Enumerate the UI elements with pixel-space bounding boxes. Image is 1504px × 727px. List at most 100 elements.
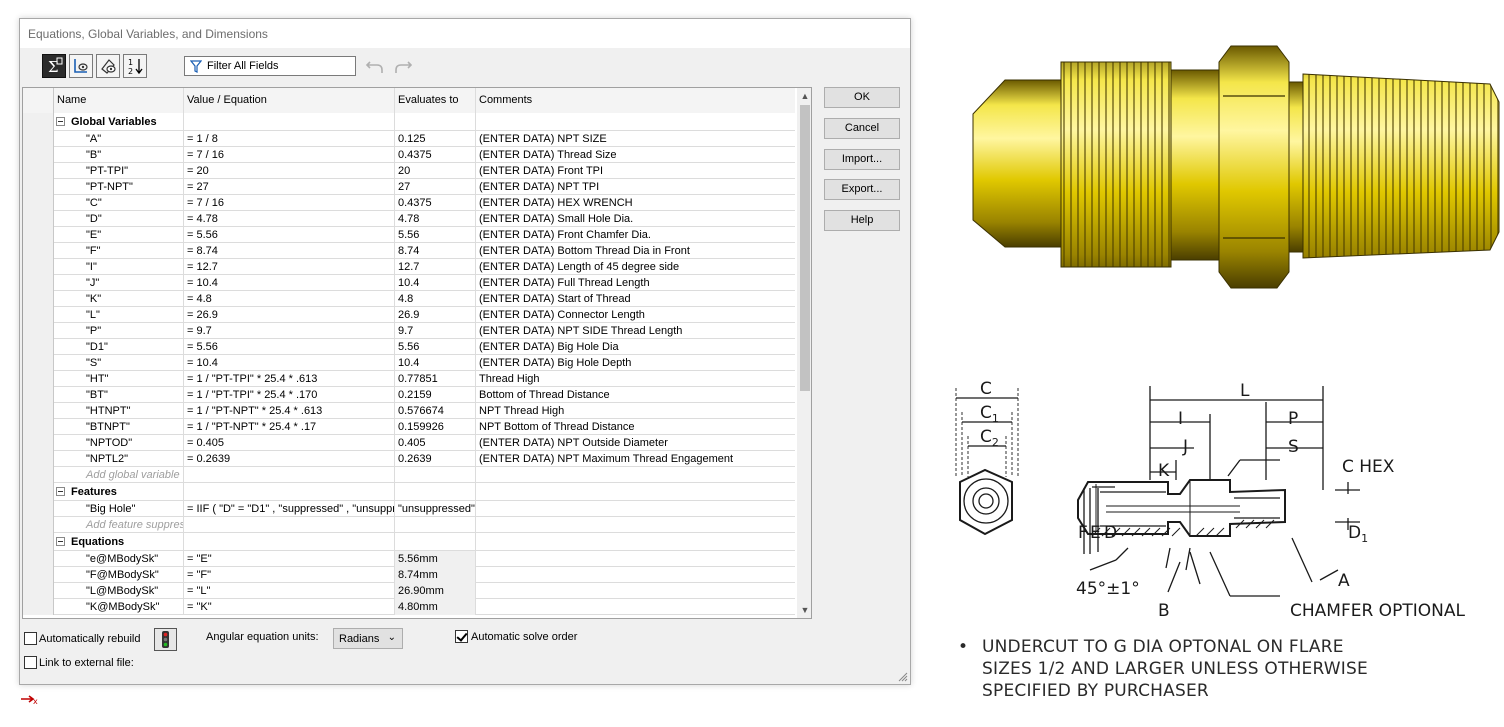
row-selector[interactable] xyxy=(23,113,54,131)
dimension-view-button[interactable] xyxy=(96,54,120,78)
row-selector[interactable] xyxy=(23,483,54,501)
scroll-thumb[interactable] xyxy=(800,105,810,391)
comment-cell[interactable]: (ENTER DATA) Front Chamfer Dia. xyxy=(476,227,795,243)
table-row[interactable]: "e@MBodySk" = "E" 5.56mm xyxy=(23,551,795,567)
row-selector[interactable] xyxy=(23,517,54,533)
vertical-scrollbar[interactable]: ▲ ▼ xyxy=(797,88,811,618)
table-row[interactable]: "BT" = 1 / "PT-TPI" * 25.4 * .170 0.2159 Bo… xyxy=(23,387,795,403)
row-selector[interactable] xyxy=(23,131,54,147)
comment-cell[interactable]: (ENTER DATA) Big Hole Depth xyxy=(476,355,795,371)
value-cell[interactable]: = 7 / 16 xyxy=(184,147,395,163)
name-cell[interactable]: "e@MBodySk" xyxy=(54,551,184,567)
value-cell[interactable]: = 10.4 xyxy=(184,355,395,371)
table-row[interactable]: "B" = 7 / 16 0.4375 (ENTER DATA) Thread Siz… xyxy=(23,147,795,163)
name-cell[interactable]: "D1" xyxy=(54,339,184,355)
name-cell[interactable]: "D" xyxy=(54,211,184,227)
help-button[interactable]: Help xyxy=(824,210,900,231)
collapse-icon[interactable] xyxy=(56,537,65,546)
comment-cell[interactable]: (ENTER DATA) Start of Thread xyxy=(476,291,795,307)
row-selector[interactable] xyxy=(23,307,54,323)
row-selector[interactable] xyxy=(23,147,54,163)
name-cell[interactable]: "K@MBodySk" xyxy=(54,599,184,615)
name-cell[interactable]: "A" xyxy=(54,131,184,147)
comment-cell[interactable]: (ENTER DATA) NPT Maximum Thread Engageme… xyxy=(476,451,795,467)
name-cell[interactable]: "B" xyxy=(54,147,184,163)
name-cell[interactable]: "I" xyxy=(54,259,184,275)
comment-cell[interactable]: (ENTER DATA) NPT TPI xyxy=(476,179,795,195)
row-selector[interactable] xyxy=(23,435,54,451)
name-cell[interactable]: "F" xyxy=(54,243,184,259)
table-row[interactable]: "P" = 9.7 9.7 (ENTER DATA) NPT SIDE Thread … xyxy=(23,323,795,339)
value-cell[interactable]: = 8.74 xyxy=(184,243,395,259)
add-row-input[interactable]: Add global variable xyxy=(54,467,184,483)
section-title[interactable]: Equations xyxy=(54,533,184,551)
add-global-variable-row[interactable]: Add global variable xyxy=(23,467,795,483)
redo-icon[interactable] xyxy=(392,56,414,76)
table-row[interactable]: "D1" = 5.56 5.56 (ENTER DATA) Big Hole Dia xyxy=(23,339,795,355)
row-selector[interactable] xyxy=(23,259,54,275)
empty-cell[interactable] xyxy=(184,467,395,483)
row-selector[interactable] xyxy=(23,291,54,307)
row-selector[interactable] xyxy=(23,227,54,243)
row-selector[interactable] xyxy=(23,275,54,291)
table-row[interactable]: "PT-NPT" = 27 27 (ENTER DATA) NPT TPI xyxy=(23,179,795,195)
comment-cell[interactable]: (ENTER DATA) Big Hole Dia xyxy=(476,339,795,355)
table-row[interactable]: "E" = 5.56 5.56 (ENTER DATA) Front Chamfer … xyxy=(23,227,795,243)
sketch-equation-view-button[interactable] xyxy=(69,54,93,78)
comment-cell[interactable]: NPT Bottom of Thread Distance xyxy=(476,419,795,435)
section-title[interactable]: Features xyxy=(54,483,184,501)
comment-cell[interactable]: NPT Thread High xyxy=(476,403,795,419)
row-selector[interactable] xyxy=(23,551,54,567)
table-row[interactable]: "F@MBodySk" = "F" 8.74mm xyxy=(23,567,795,583)
name-cell[interactable]: "NPTOD" xyxy=(54,435,184,451)
comment-cell[interactable]: (ENTER DATA) HEX WRENCH xyxy=(476,195,795,211)
row-selector[interactable] xyxy=(23,371,54,387)
section-row-global-variables[interactable]: Global Variables xyxy=(23,113,795,131)
name-cell[interactable]: "S" xyxy=(54,355,184,371)
comment-cell[interactable]: (ENTER DATA) Thread Size xyxy=(476,147,795,163)
row-selector[interactable] xyxy=(23,339,54,355)
row-selector[interactable] xyxy=(23,419,54,435)
resize-grip-icon[interactable] xyxy=(896,670,908,682)
table-row[interactable]: "J" = 10.4 10.4 (ENTER DATA) Full Thread Le… xyxy=(23,275,795,291)
value-cell[interactable]: = 27 xyxy=(184,179,395,195)
auto-rebuild-checkbox[interactable] xyxy=(24,632,37,645)
value-cell[interactable]: = 9.7 xyxy=(184,323,395,339)
value-cell[interactable]: = 4.8 xyxy=(184,291,395,307)
value-cell[interactable]: = 26.9 xyxy=(184,307,395,323)
table-row[interactable]: "K@MBodySk" = "K" 4.80mm xyxy=(23,599,795,615)
value-cell[interactable]: = 10.4 xyxy=(184,275,395,291)
table-row[interactable]: "NPTOD" = 0.405 0.405 (ENTER DATA) NPT Outs… xyxy=(23,435,795,451)
export-button[interactable]: Export... xyxy=(824,179,900,200)
row-selector[interactable] xyxy=(23,501,54,517)
table-row[interactable]: "HTNPT" = 1 / "PT-NPT" * 25.4 * .613 0.576… xyxy=(23,403,795,419)
row-selector[interactable] xyxy=(23,599,54,615)
comment-cell[interactable]: (ENTER DATA) Length of 45 degree side xyxy=(476,259,795,275)
name-cell[interactable]: "NPTL2" xyxy=(54,451,184,467)
value-cell[interactable]: = 7 / 16 xyxy=(184,195,395,211)
name-cell[interactable]: "BT" xyxy=(54,387,184,403)
comment-cell[interactable]: (ENTER DATA) NPT Outside Diameter xyxy=(476,435,795,451)
table-row[interactable]: "L" = 26.9 26.9 (ENTER DATA) Connector Leng… xyxy=(23,307,795,323)
comment-cell[interactable] xyxy=(476,599,795,615)
comment-cell[interactable]: (ENTER DATA) Small Hole Dia. xyxy=(476,211,795,227)
scroll-down-icon[interactable]: ▼ xyxy=(797,602,811,618)
comment-cell[interactable]: (ENTER DATA) Connector Length xyxy=(476,307,795,323)
name-cell[interactable]: "C" xyxy=(54,195,184,211)
table-row[interactable]: "S" = 10.4 10.4 (ENTER DATA) Big Hole Depth xyxy=(23,355,795,371)
name-cell[interactable]: "E" xyxy=(54,227,184,243)
row-selector[interactable] xyxy=(23,567,54,583)
table-row[interactable]: "L@MBodySk" = "L" 26.90mm xyxy=(23,583,795,599)
value-cell[interactable]: = 1 / 8 xyxy=(184,131,395,147)
value-cell[interactable]: = "F" xyxy=(184,567,395,583)
value-cell[interactable]: = 1 / "PT-TPI" * 25.4 * .613 xyxy=(184,371,395,387)
empty-cell[interactable] xyxy=(184,517,395,533)
name-cell[interactable]: "P" xyxy=(54,323,184,339)
comment-cell[interactable] xyxy=(476,501,795,517)
comment-cell[interactable] xyxy=(476,551,795,567)
section-row-features[interactable]: Features xyxy=(23,483,795,501)
table-row[interactable]: "F" = 8.74 8.74 (ENTER DATA) Bottom Thread … xyxy=(23,243,795,259)
comment-cell[interactable] xyxy=(476,567,795,583)
empty-cell[interactable] xyxy=(395,517,476,533)
table-row[interactable]: "BTNPT" = 1 / "PT-NPT" * 25.4 * .17 0.1599… xyxy=(23,419,795,435)
